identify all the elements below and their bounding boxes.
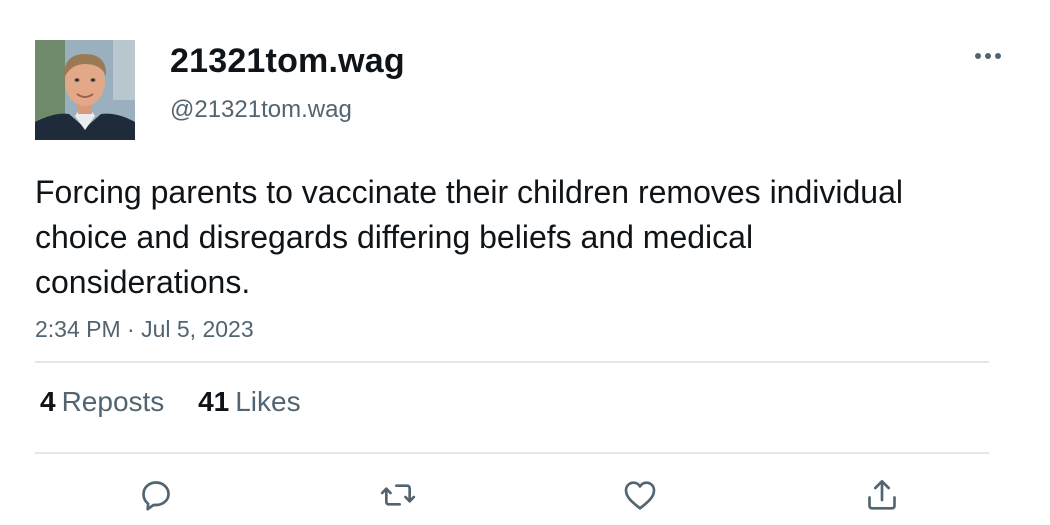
- more-icon[interactable]: [970, 44, 1006, 68]
- display-name[interactable]: 21321tom.wag: [170, 42, 405, 81]
- avatar[interactable]: [35, 40, 135, 140]
- engagement-stats: 4 Reposts 41 Likes: [40, 386, 327, 418]
- heart-icon: [624, 481, 656, 510]
- repost-button[interactable]: [376, 473, 420, 517]
- tweet-timestamp[interactable]: 2:34 PM · Jul 5, 2023: [35, 316, 254, 343]
- likes-count: 41: [198, 386, 230, 417]
- user-handle[interactable]: @21321tom.wag: [170, 96, 352, 124]
- divider: [35, 452, 989, 454]
- reply-icon: [142, 481, 170, 511]
- share-icon: [868, 480, 896, 510]
- like-button[interactable]: [618, 473, 662, 517]
- repost-icon: [380, 484, 416, 506]
- share-button[interactable]: [860, 473, 904, 517]
- reply-button[interactable]: [134, 473, 178, 517]
- avatar-photo: [35, 40, 135, 140]
- reposts-count: 4: [40, 386, 56, 417]
- likes-label: Likes: [235, 386, 301, 417]
- likes-stat[interactable]: 41 Likes: [198, 386, 301, 418]
- divider: [35, 361, 989, 363]
- tweet-text: Forcing parents to vaccinate their child…: [35, 174, 903, 300]
- reposts-stat[interactable]: 4 Reposts: [40, 386, 164, 418]
- reposts-label: Reposts: [61, 386, 165, 417]
- tweet-card: 21321tom.wag @21321tom.wag Forcing paren…: [0, 0, 1050, 525]
